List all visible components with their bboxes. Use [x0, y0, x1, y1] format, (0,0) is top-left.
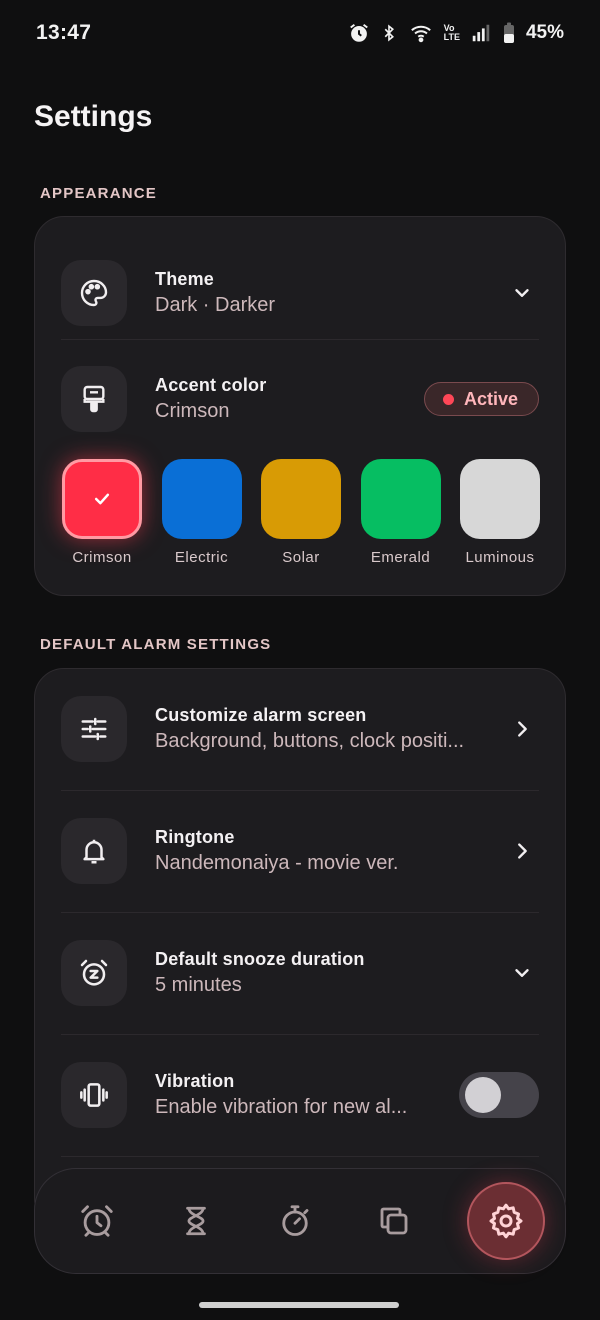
- swatch-solar[interactable]: Solar: [260, 459, 342, 566]
- theme-expand[interactable]: [505, 282, 539, 304]
- bottom-nav: [34, 1168, 566, 1274]
- stopwatch-icon: [282, 1205, 309, 1236]
- page-title: Settings: [34, 100, 153, 133]
- ringtone-text: Ringtone Nandemonaiya - movie ver.: [155, 827, 505, 875]
- vibration-icon: [80, 1083, 108, 1107]
- snooze-value: 5 minutes: [155, 974, 242, 996]
- volte-bottom: LTE: [443, 32, 460, 42]
- swatch-tile[interactable]: [62, 459, 142, 539]
- vibration-title: Vibration: [155, 1071, 235, 1091]
- nav-stopwatch[interactable]: [269, 1195, 321, 1247]
- hourglass-icon: [186, 1206, 206, 1236]
- bell-icon: [83, 839, 105, 864]
- battery-icon: [503, 22, 514, 43]
- status-icons: Vo LTE 45%: [348, 22, 564, 44]
- alarm-icon: [349, 23, 368, 42]
- ringtone-title: Ringtone: [155, 827, 235, 847]
- divider: [61, 912, 539, 913]
- copy-icon: [380, 1207, 408, 1235]
- battery-percent: 45%: [525, 22, 564, 43]
- vibration-toggle[interactable]: [459, 1072, 539, 1118]
- swatch-crimson[interactable]: Crimson: [61, 459, 143, 566]
- customize-value: Background, buttons, clock positi...: [155, 730, 465, 752]
- section-label-appearance: APPEARANCE: [40, 185, 158, 202]
- swatch-tile[interactable]: [460, 459, 540, 539]
- accent-value: Crimson: [155, 400, 230, 422]
- chevron-right-icon: [518, 843, 527, 859]
- swatch-electric[interactable]: Electric: [161, 459, 243, 566]
- settings-icon: [489, 1203, 523, 1239]
- nav-world-clock[interactable]: [368, 1195, 420, 1247]
- swatch-label: Electric: [174, 549, 229, 566]
- vibration-text: Vibration Enable vibration for new al...: [155, 1071, 459, 1119]
- theme-text: Theme Dark · Darker: [155, 269, 505, 317]
- swatch-tile[interactable]: [261, 459, 341, 539]
- toggle-knob: [465, 1077, 501, 1113]
- swatch-label: Solar: [282, 549, 320, 566]
- signal-icon: [472, 24, 490, 42]
- nav-timer[interactable]: [170, 1195, 222, 1247]
- badge-label: Active: [463, 388, 518, 409]
- alarm-defaults-card: Customize alarm screen Background, butto…: [34, 668, 566, 1228]
- swatch-label: Crimson: [72, 549, 132, 566]
- ringtone-open[interactable]: [505, 840, 539, 862]
- status-time: 13:47: [36, 21, 92, 44]
- customize-text: Customize alarm screen Background, butto…: [155, 705, 505, 753]
- snooze-icon: [80, 959, 108, 986]
- accent-text: Accent color Crimson: [155, 375, 424, 423]
- volte-icon: Vo LTE: [444, 24, 460, 42]
- checkmark-icon: [94, 493, 110, 505]
- swatch-luminous[interactable]: Luminous: [459, 459, 541, 566]
- snooze-duration-row[interactable]: Default snooze duration 5 minutes: [61, 925, 539, 1021]
- chevron-right-icon: [518, 721, 527, 737]
- swatch-emerald[interactable]: Emerald: [360, 459, 442, 566]
- snooze-text: Default snooze duration 5 minutes: [155, 949, 505, 997]
- swatch-label: Emerald: [370, 549, 431, 566]
- customize-icon-tile: [61, 696, 127, 762]
- accent-icon-tile: [61, 366, 127, 432]
- vibration-value: Enable vibration for new al...: [155, 1096, 408, 1118]
- theme-row[interactable]: Theme Dark · Darker: [61, 245, 539, 341]
- ringtone-row[interactable]: Ringtone Nandemonaiya - movie ver.: [61, 803, 539, 899]
- ringtone-value: Nandemonaiya - movie ver.: [155, 852, 399, 874]
- appearance-card: Theme Dark · Darker Accent color Crimson…: [34, 216, 566, 596]
- customize-title: Customize alarm screen: [155, 705, 367, 725]
- section-label-alarm-defaults: DEFAULT ALARM SETTINGS: [40, 636, 272, 653]
- vibration-icon-tile: [61, 1062, 127, 1128]
- accent-swatches: Crimson Electric Solar Emerald Luminous: [61, 459, 541, 566]
- status-bar: 13:47 Vo LTE 45%: [0, 0, 600, 66]
- divider: [61, 790, 539, 791]
- palette-icon: [80, 279, 108, 307]
- chevron-down-icon: [515, 289, 529, 297]
- swatch-tile[interactable]: [360, 459, 441, 539]
- theme-icon-tile: [61, 260, 127, 326]
- vibration-row[interactable]: Vibration Enable vibration for new al...: [61, 1047, 539, 1143]
- nav-settings[interactable]: [467, 1182, 545, 1260]
- chevron-down-icon: [515, 969, 529, 977]
- ringtone-icon-tile: [61, 818, 127, 884]
- snooze-title: Default snooze duration: [155, 949, 365, 969]
- theme-value: Dark · Darker: [155, 294, 276, 316]
- divider: [61, 1034, 539, 1035]
- accent-row: Accent color Crimson Active: [61, 351, 539, 447]
- customize-alarm-screen-row[interactable]: Customize alarm screen Background, butto…: [61, 681, 539, 777]
- nav-alarm[interactable]: [71, 1195, 123, 1247]
- swatch-tile[interactable]: [161, 459, 242, 539]
- snooze-expand[interactable]: [505, 962, 539, 984]
- accent-title: Accent color: [155, 375, 267, 395]
- divider: [61, 339, 539, 340]
- wifi-icon: [410, 25, 431, 43]
- active-dot: [442, 393, 454, 405]
- bluetooth-icon: [384, 24, 394, 42]
- paint-roller-icon: [83, 385, 105, 413]
- customize-open[interactable]: [505, 718, 539, 740]
- active-badge: Active: [423, 382, 539, 416]
- snooze-icon-tile: [61, 940, 127, 1006]
- sliders-icon: [81, 717, 107, 741]
- alarm-icon: [81, 1205, 113, 1237]
- divider: [61, 1156, 539, 1157]
- theme-title: Theme: [155, 269, 215, 289]
- swatch-label: Luminous: [465, 549, 535, 566]
- home-indicator[interactable]: [199, 1302, 399, 1308]
